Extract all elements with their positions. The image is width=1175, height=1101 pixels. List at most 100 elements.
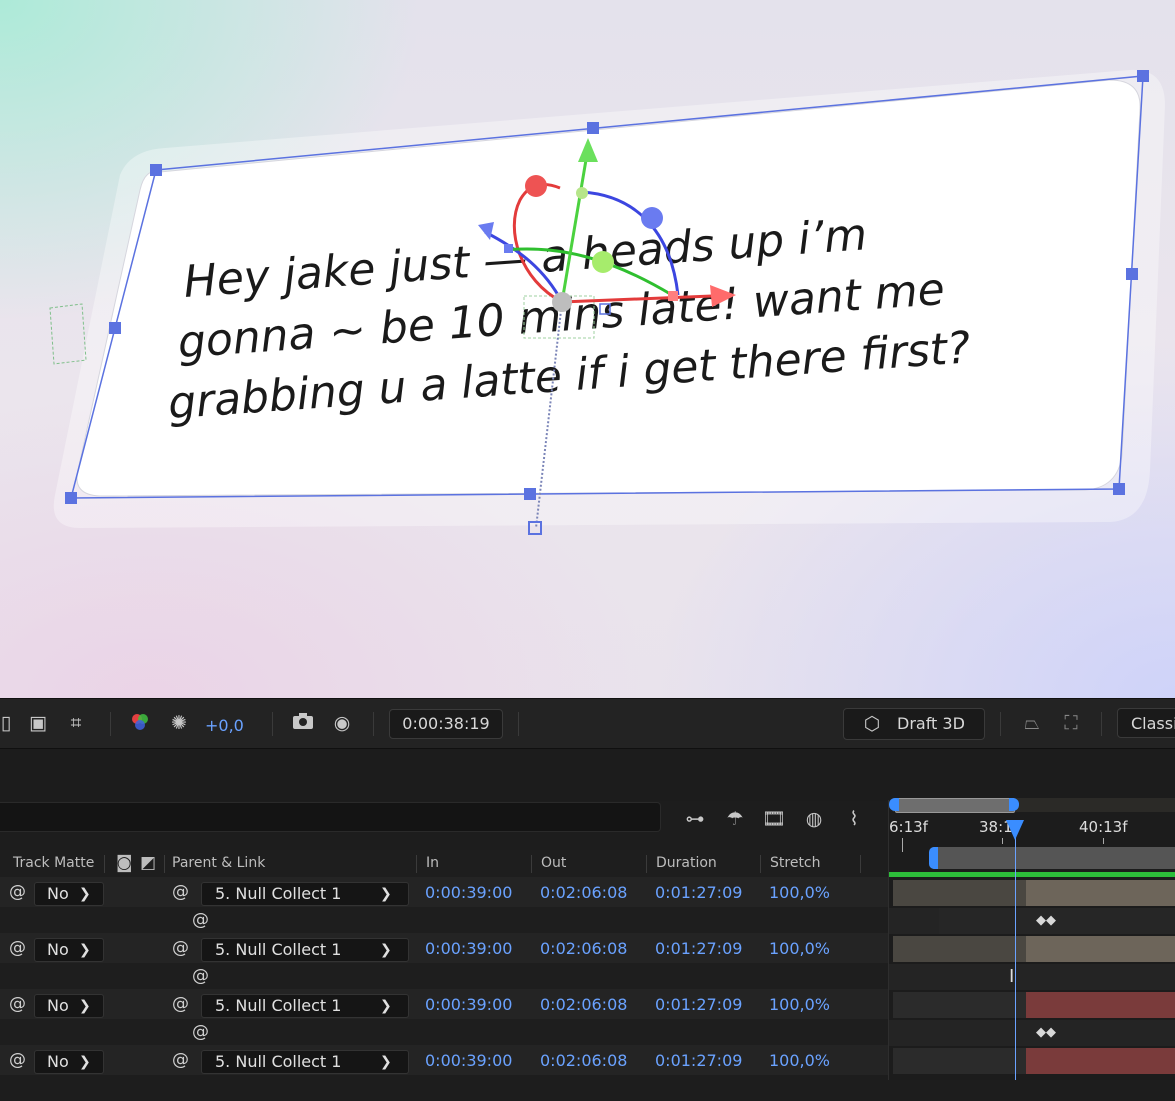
column-stretch[interactable]: Stretch [770,850,821,877]
track-matte-select[interactable]: No ❯ [34,994,104,1018]
handle-bottom-left[interactable] [65,492,77,504]
draft-3d-timeline-icon[interactable]: ☂ [721,807,749,831]
layer-track-bar[interactable] [893,880,1026,906]
parent-select[interactable]: 5. Null Collect 1 ❯ [201,1050,409,1074]
work-area-start-handle[interactable] [929,847,938,869]
snapshot-camera-icon[interactable] [289,711,317,735]
property-pickwhip-icon[interactable]: @ [192,965,209,987]
in-point[interactable]: 0:00:39:00 [425,1050,512,1072]
navigator-start-handle[interactable] [889,798,899,811]
duration[interactable]: 0:01:27:09 [655,882,742,904]
composition-viewer[interactable]: Hey jake just — a heads up i’m gonna ~ b… [0,0,1175,698]
gizmo-top-node[interactable] [576,187,588,199]
parent-select[interactable]: 5. Null Collect 1 ❯ [201,882,409,906]
exposure-value[interactable]: +0,0 [205,714,244,738]
null-object-outline[interactable] [49,303,87,365]
pickwhip-icon[interactable]: @ [9,1049,26,1071]
column-out[interactable]: Out [541,850,566,877]
in-point[interactable]: 0:00:39:00 [425,994,512,1016]
transparency-grid-icon[interactable]: ▣ [26,711,50,735]
property-pickwhip-icon[interactable]: @ [192,909,209,931]
handle-bottom-center[interactable] [524,488,536,500]
parent-select[interactable]: 5. Null Collect 1 ❯ [201,994,409,1018]
graph-editor-icon[interactable]: ⌇ [840,807,868,831]
playhead-line[interactable] [1015,830,1016,1080]
3d-ground-plane-icon[interactable]: ⏢ [1018,711,1046,735]
out-point[interactable]: 0:02:06:08 [540,1050,627,1072]
parent-pickwhip-icon[interactable]: @ [172,937,189,959]
handle-middle-left[interactable] [109,322,121,334]
duration[interactable]: 0:01:27:09 [655,938,742,960]
layer-track-bar[interactable] [1026,936,1175,962]
parent-pickwhip-icon[interactable]: @ [172,881,189,903]
layer-track-bar[interactable] [1026,1048,1175,1074]
current-timecode[interactable]: 0:00:38:19 [389,709,503,739]
keyframe-pair[interactable]: ◆◆ [1036,1026,1056,1040]
column-in[interactable]: In [426,850,439,877]
work-area-bar[interactable] [933,847,1175,869]
exposure-icon[interactable]: ✺ [166,711,192,735]
stretch[interactable]: 100,0% [769,994,830,1016]
gizmo-z-square[interactable] [504,244,513,253]
layer-row[interactable]: @ No ❯ @ 5. Null Collect 1 ❯ 0:00:39:00 0:… [0,989,888,1045]
stretch[interactable]: 100,0% [769,938,830,960]
column-duration[interactable]: Duration [656,850,717,877]
column-parent-link[interactable]: Parent & Link [172,850,265,877]
color-channels-icon[interactable] [127,711,153,735]
track-matte-select[interactable]: No ❯ [34,938,104,962]
out-point[interactable]: 0:02:06:08 [540,882,627,904]
out-point[interactable]: 0:02:06:08 [540,938,627,960]
show-snapshot-icon[interactable]: ◉ [328,711,356,735]
duration[interactable]: 0:01:27:09 [655,994,742,1016]
draft-3d-toggle[interactable]: ⬡ Draft 3D [843,708,985,740]
track-matte-select[interactable]: No ❯ [34,882,104,906]
layer-search-input[interactable] [0,802,661,832]
layer-row[interactable]: @ No ❯ @ 5. Null Collect 1 ❯ 0:00:39:00 0:… [0,933,888,989]
pickwhip-icon[interactable]: @ [9,993,26,1015]
composition-canvas[interactable]: Hey jake just — a heads up i’m gonna ~ b… [0,0,1175,698]
layer-row[interactable]: @ No ❯ @ 5. Null Collect 1 ❯ 0:00:39:00 0:… [0,1045,888,1101]
track-matte-select[interactable]: No ❯ [34,1050,104,1074]
parent-select[interactable]: 5. Null Collect 1 ❯ [201,938,409,962]
handle-top-center[interactable] [587,122,599,134]
motion-blur-icon[interactable]: ◍ [800,807,828,831]
property-pickwhip-icon[interactable]: @ [192,1021,209,1043]
layer-track-bar[interactable] [1026,992,1175,1018]
stretch[interactable]: 100,0% [769,882,830,904]
handle-bottom-right[interactable] [1113,483,1125,495]
extended-viewer-icon[interactable]: ⛶ [1057,711,1085,735]
out-point[interactable]: 0:02:06:08 [540,994,627,1016]
duration[interactable]: 0:01:27:09 [655,1050,742,1072]
stretch[interactable]: 100,0% [769,1050,830,1072]
time-navigator-handle[interactable] [895,798,1015,813]
guides-icon[interactable]: ⌗ [62,711,90,735]
layer-row[interactable]: @ No ❯ @ 5. Null Collect 1 ❯ 0:00:39:00 0:… [0,877,888,933]
playhead-handle[interactable] [1006,820,1024,840]
renderer-mode-button[interactable]: Classi [1117,708,1175,738]
handle-top-left[interactable] [150,164,162,176]
layer-track-bar[interactable] [893,936,1026,962]
gizmo-x-square[interactable] [668,291,678,301]
pickwhip-icon[interactable]: @ [9,881,26,903]
column-track-matte[interactable]: Track Matte [13,850,94,877]
gizmo-x-knob[interactable] [525,175,547,197]
gizmo-z-knob[interactable] [641,207,663,229]
render-cache-indicator [889,872,1175,877]
in-point[interactable]: 0:00:39:00 [425,938,512,960]
handle-top-right[interactable] [1137,70,1149,82]
composition-flowchart-icon[interactable]: ⊶ [680,807,710,831]
parent-pickwhip-icon[interactable]: @ [172,993,189,1015]
layer-track-bar[interactable] [1026,880,1175,906]
gizmo-center[interactable] [552,292,572,312]
handle-middle-right[interactable] [1126,268,1138,280]
draft-3d-icon: ⬡ [863,713,881,735]
parent-value: 5. Null Collect 1 [215,1052,342,1071]
region-of-interest-icon[interactable]: ▯ [0,711,12,735]
gizmo-y-knob[interactable] [592,251,614,273]
in-point[interactable]: 0:00:39:00 [425,882,512,904]
frame-blending-icon[interactable]: 🎞 [760,807,788,831]
parent-pickwhip-icon[interactable]: @ [172,1049,189,1071]
pickwhip-icon[interactable]: @ [9,937,26,959]
keyframe-pair[interactable]: ◆◆ [1036,914,1056,928]
timeline-tracks-area[interactable]: 6:13f 38:1 40:13f ◆◆ I ◆◆ [888,798,1175,1080]
